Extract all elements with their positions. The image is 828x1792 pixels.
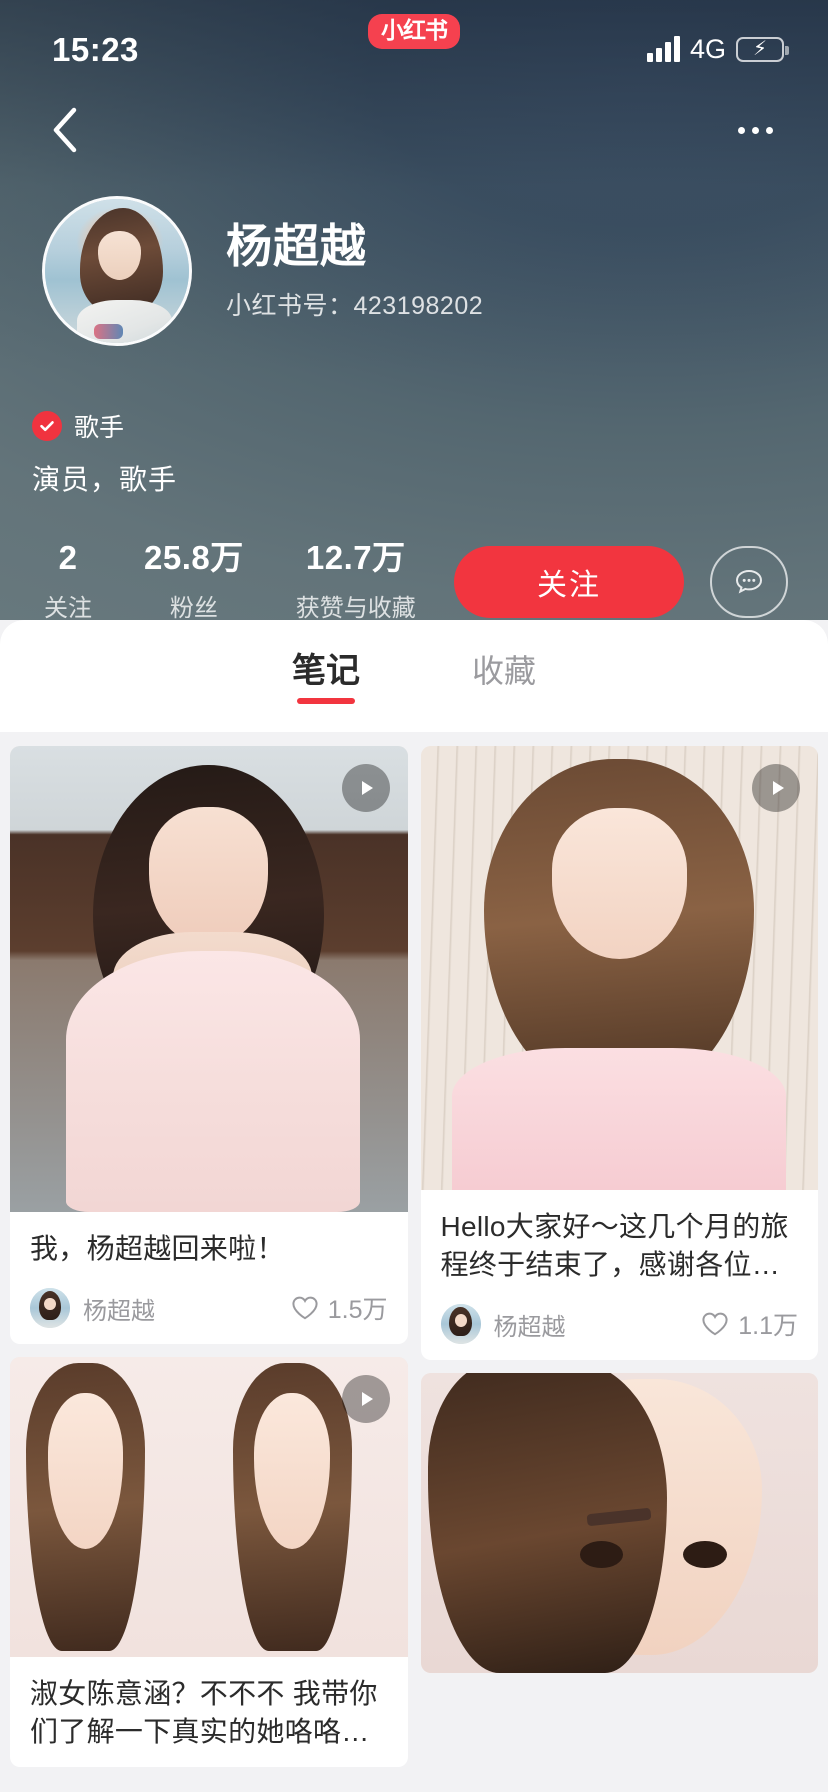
page-title: 杨超越 (226, 219, 367, 272)
note-meta: 杨超越 1.5万 (30, 1268, 388, 1329)
note-author[interactable]: 杨超越 (440, 1304, 566, 1345)
navigation-bar (0, 92, 828, 168)
profile-actions: 关注 (454, 540, 788, 618)
battery-charging-icon: ⚡ (736, 36, 789, 62)
note-card[interactable]: 淑女陈意涵？不不不 我带你们了解一下真实的她咯咯… (10, 1357, 408, 1768)
stat-label: 粉丝 (169, 595, 218, 620)
profile-banner: 15:23 小红书 4G ⚡ 杨超越 小红书号：423198202 歌手 演员，… (0, 0, 828, 620)
play-icon[interactable] (752, 764, 800, 812)
identity-text: 杨超越 小红书号：423198202 (192, 220, 483, 323)
note-author[interactable]: 杨超越 (30, 1288, 155, 1329)
tab-collections[interactable]: 收藏 (468, 649, 540, 703)
ellipsis-icon[interactable] (728, 103, 782, 157)
stat-likes-collects[interactable]: 12.7万 获赞与收藏 (270, 539, 442, 620)
cover-artwork (420, 746, 818, 1190)
like-count: 1.1万 (738, 1312, 798, 1341)
like-button[interactable]: 1.1万 (701, 1306, 798, 1342)
chat-bubble-icon[interactable] (710, 546, 788, 618)
note-cover[interactable] (420, 746, 818, 1190)
author-avatar (440, 1304, 481, 1345)
stat-value: 2 (58, 539, 78, 576)
tab-notes[interactable]: 笔记 (288, 648, 364, 704)
heart-outline-icon (702, 1312, 728, 1336)
stats-actions-row: 2 关注 25.8万 粉丝 12.7万 获赞与收藏 关注 (0, 498, 828, 620)
user-bio: 演员，歌手 (32, 464, 178, 495)
identity-block: 杨超越 小红书号：423198202 (0, 168, 828, 346)
app-badge-container: 小红书 (368, 14, 460, 49)
verification-row: 歌手 (0, 346, 828, 444)
status-indicators: 4G ⚡ (646, 30, 789, 64)
app-screen: 15:23 小红书 4G ⚡ 杨超越 小红书号：423198202 歌手 演员，… (0, 0, 828, 1792)
like-button[interactable]: 1.5万 (291, 1290, 388, 1326)
note-title: Hello大家好～这几个月的旅程终于结束了，感谢各位… (440, 1211, 789, 1281)
signal-bars-icon (646, 36, 680, 62)
avatar[interactable] (42, 196, 192, 346)
heart-outline-icon (292, 1296, 318, 1320)
follow-button[interactable]: 关注 (454, 546, 684, 618)
note-card[interactable] (420, 1373, 818, 1674)
verified-check-icon (32, 411, 62, 441)
content-sheet: 笔记 收藏 我，杨超越回来啦！ 杨超越 1.5万 淑女陈意涵？不不不 我带你们了… (0, 620, 828, 1792)
back-button[interactable] (38, 103, 92, 157)
note-cover[interactable] (10, 746, 408, 1212)
note-cover[interactable] (10, 1357, 408, 1658)
stat-value: 12.7万 (305, 539, 406, 576)
play-icon[interactable] (341, 764, 390, 812)
note-cover[interactable] (420, 1373, 818, 1674)
note-body: 淑女陈意涵？不不不 我带你们了解一下真实的她咯咯… (10, 1657, 408, 1767)
stat-following[interactable]: 2 关注 (34, 539, 118, 620)
stat-value: 25.8万 (144, 539, 244, 576)
note-body: 我，杨超越回来啦！ 杨超越 1.5万 (10, 1212, 408, 1344)
stats-group: 2 关注 25.8万 粉丝 12.7万 获赞与收藏 (34, 539, 442, 620)
verified-label: 歌手 (74, 414, 125, 442)
note-card[interactable]: 我，杨超越回来啦！ 杨超越 1.5万 (10, 746, 408, 1345)
stat-followers[interactable]: 25.8万 粉丝 (118, 539, 270, 620)
note-title: 淑女陈意涵？不不不 我带你们了解一下真实的她咯咯… (30, 1678, 378, 1748)
author-name: 杨超越 (83, 1297, 155, 1325)
notes-column-left: 我，杨超越回来啦！ 杨超越 1.5万 淑女陈意涵？不不不 我带你们了解一下真实的… (10, 746, 408, 1768)
cover-artwork (10, 746, 408, 1212)
note-meta: 杨超越 1.1万 (440, 1284, 798, 1345)
notes-grid: 我，杨超越回来啦！ 杨超越 1.5万 淑女陈意涵？不不不 我带你们了解一下真实的… (0, 732, 828, 1768)
note-body: Hello大家好～这几个月的旅程终于结束了，感谢各位… 杨超越 1.1万 (421, 1190, 819, 1360)
content-tabs: 笔记 收藏 (0, 620, 828, 732)
play-icon[interactable] (341, 1375, 390, 1424)
status-bar: 15:23 小红书 4G ⚡ (0, 0, 828, 92)
note-title: 我，杨超越回来啦！ (30, 1233, 285, 1264)
status-time: 15:23 (52, 30, 139, 68)
stat-label: 获赞与收藏 (295, 595, 416, 620)
like-count: 1.5万 (327, 1296, 388, 1325)
author-name: 杨超越 (493, 1313, 566, 1341)
author-avatar (30, 1288, 70, 1329)
stat-label: 关注 (44, 595, 92, 620)
network-label: 4G (689, 33, 726, 64)
notes-column-right: Hello大家好～这几个月的旅程终于结束了，感谢各位… 杨超越 1.1万 (420, 746, 819, 1767)
cover-artwork (420, 1373, 818, 1674)
user-id-label: 小红书号：423198202 (226, 292, 484, 321)
note-card[interactable]: Hello大家好～这几个月的旅程终于结束了，感谢各位… 杨超越 1.1万 (420, 746, 819, 1361)
xiaohongshu-logo-badge: 小红书 (368, 14, 460, 49)
